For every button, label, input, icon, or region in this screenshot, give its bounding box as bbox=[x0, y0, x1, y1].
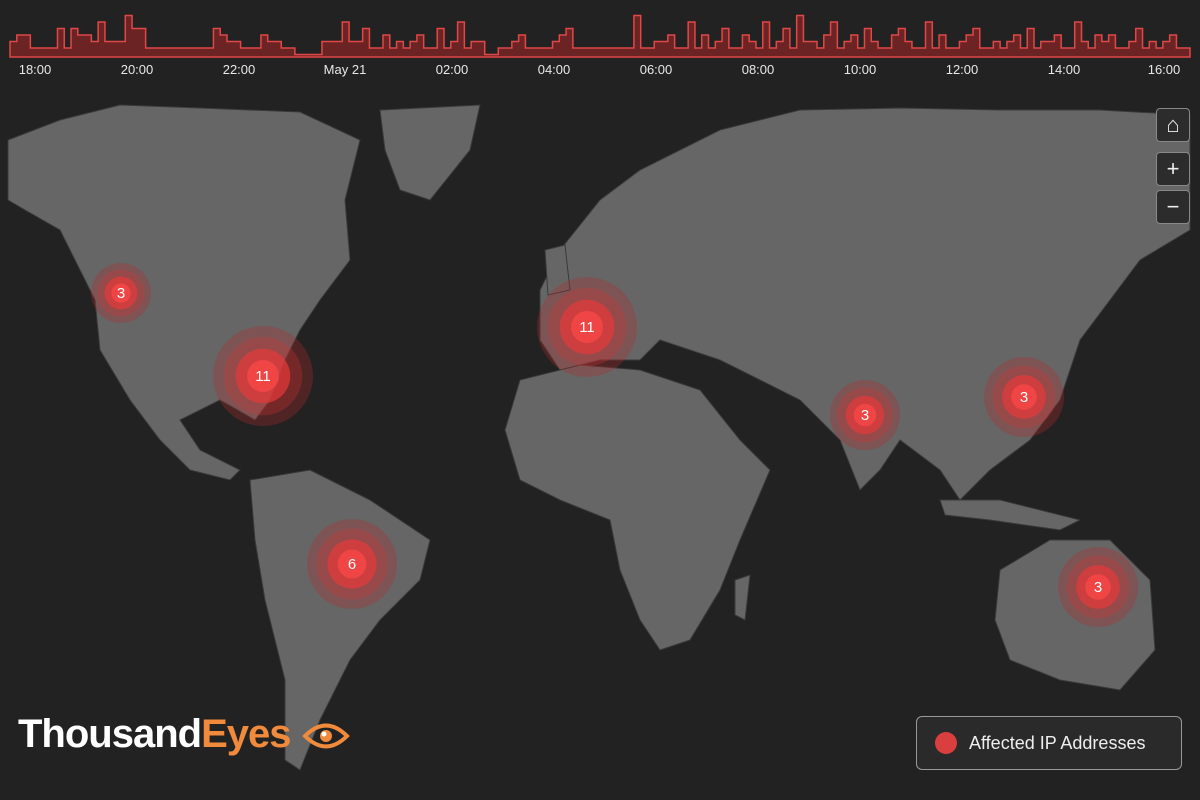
cluster-marker[interactable]: 3 bbox=[830, 380, 900, 450]
eye-icon bbox=[301, 723, 350, 749]
land-indonesia bbox=[939, 499, 1082, 531]
cluster-count: 3 bbox=[116, 284, 126, 302]
thousandeyes-logo: ThousandEyes bbox=[18, 712, 351, 757]
zoom-out-button[interactable]: − bbox=[1156, 190, 1190, 224]
legend-label: Affected IP Addresses bbox=[969, 732, 1146, 753]
cluster-marker[interactable]: 6 bbox=[307, 519, 397, 609]
zoom-in-button[interactable]: + bbox=[1156, 152, 1190, 186]
timeline-tick-label: May 21 bbox=[323, 62, 367, 77]
cluster-marker[interactable]: 11 bbox=[213, 326, 313, 426]
logo-text-thousand: Thousand bbox=[18, 712, 202, 756]
minus-icon: − bbox=[1166, 194, 1180, 219]
cluster-count: 3 bbox=[860, 406, 870, 424]
land-africa bbox=[504, 364, 771, 651]
timeline-series bbox=[9, 14, 1191, 58]
timeline-tick-label: 14:00 bbox=[1047, 62, 1081, 77]
map-legend: Affected IP Addresses bbox=[916, 716, 1182, 770]
timeline-tick-label: 18:00 bbox=[18, 62, 52, 77]
cluster-marker[interactable]: 3 bbox=[984, 357, 1064, 437]
cluster-count: 11 bbox=[579, 318, 595, 336]
cluster-count: 3 bbox=[1093, 578, 1103, 596]
timeline-tick-label: 20:00 bbox=[120, 62, 154, 77]
home-button[interactable]: ⌂ bbox=[1156, 108, 1190, 142]
timeline-tick-label: 04:00 bbox=[537, 62, 571, 77]
cluster-marker[interactable]: 11 bbox=[537, 277, 637, 377]
timeline-histogram[interactable]: 18:00 20:00 22:00 May 21 02:00 04:00 06:00 08:0… bbox=[0, 0, 1200, 90]
timeline-tick-label: 16:00 bbox=[1147, 62, 1181, 77]
land-greenland bbox=[379, 104, 481, 201]
timeline-tick-label: 06:00 bbox=[639, 62, 673, 77]
world-map[interactable] bbox=[0, 100, 1200, 800]
land-madagascar bbox=[734, 574, 751, 621]
timeline-tick-label: 22:00 bbox=[222, 62, 256, 77]
timeline-chart[interactable] bbox=[0, 0, 1200, 60]
logo-text-eyes: Eyes bbox=[201, 712, 291, 756]
cluster-count: 3 bbox=[1019, 388, 1029, 406]
timeline-tick-label: 02:00 bbox=[435, 62, 469, 77]
cluster-count: 11 bbox=[255, 367, 271, 385]
cluster-marker[interactable]: 3 bbox=[91, 263, 151, 323]
timeline-tick-label: 08:00 bbox=[741, 62, 775, 77]
home-icon: ⌂ bbox=[1166, 112, 1180, 137]
land-north-america bbox=[7, 104, 361, 481]
timeline-tick-label: 10:00 bbox=[843, 62, 877, 77]
timeline-tick-label: 12:00 bbox=[945, 62, 979, 77]
legend-dot-icon bbox=[935, 732, 957, 754]
cluster-count: 6 bbox=[347, 555, 357, 573]
cluster-marker[interactable]: 3 bbox=[1058, 547, 1138, 627]
plus-icon: + bbox=[1166, 156, 1180, 181]
